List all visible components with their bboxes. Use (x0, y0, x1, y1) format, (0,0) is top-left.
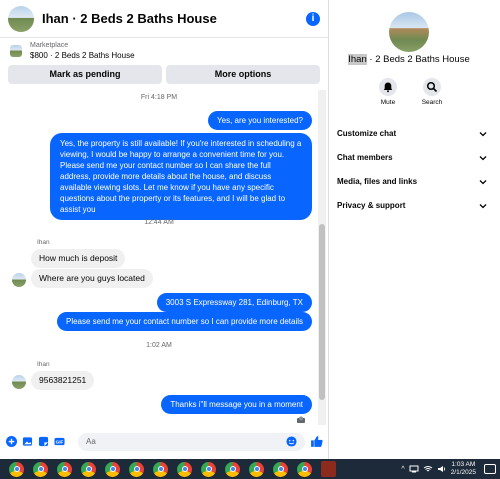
listing-label: Marketplace (30, 42, 69, 49)
chrome-icon[interactable] (225, 461, 240, 477)
message-input[interactable]: Aa (78, 432, 305, 451)
svg-text:GIF: GIF (56, 439, 64, 444)
avatar[interactable] (12, 375, 26, 389)
chrome-icon[interactable] (177, 461, 192, 477)
timestamp: 12:44 AM (144, 219, 174, 226)
menu-media-files-links[interactable]: Media, files and links (337, 177, 487, 186)
chrome-icon[interactable] (9, 461, 24, 477)
clock-time: 1:03 AM (451, 461, 476, 468)
menu-customize-chat[interactable]: Customize chat (337, 129, 487, 138)
chrome-icon[interactable] (105, 461, 120, 477)
outgoing-message[interactable]: Thanks i"ll message you in a moment (161, 395, 312, 414)
volume-icon[interactable] (437, 465, 447, 473)
timestamp: Fri 4:18 PM (140, 94, 178, 101)
wifi-icon[interactable] (423, 465, 433, 473)
details-panel: Ihan · 2 Beds 2 Baths House Mute Search (330, 0, 500, 459)
details-title-rest: · 2 Beds 2 Baths House (366, 54, 470, 65)
gif-icon[interactable]: GIF (54, 436, 65, 447)
menu-label: Customize chat (337, 129, 397, 138)
outgoing-message[interactable]: Please send me your contact number so I … (56, 312, 312, 331)
message-list: Fri 4:18 PM Yes, are you interested? Yes… (0, 90, 318, 425)
outgoing-message[interactable]: Yes, are you interested? (208, 111, 312, 130)
outgoing-message[interactable]: 3003 S Expressway 281, Edinburg, TX (156, 293, 312, 312)
taskbar: ^ 1:03 AM 2/1/2025 (0, 459, 500, 479)
search-label: Search (421, 99, 443, 106)
chrome-icon[interactable] (297, 461, 312, 477)
chrome-icon[interactable] (81, 461, 96, 477)
details-actions: Mute Search (375, 78, 445, 106)
listing-actions: Mark as pending More options (0, 64, 328, 85)
incoming-message[interactable]: How much is deposit (31, 249, 126, 268)
outgoing-message[interactable]: Yes, the property is still available! If… (50, 133, 312, 220)
composer: GIF Aa (0, 428, 329, 455)
messenger-window: Ihan · 2 Beds 2 Baths House i Marketplac… (0, 0, 500, 459)
chat-panel: Ihan · 2 Beds 2 Baths House i Marketplac… (0, 0, 329, 459)
menu-chat-members[interactable]: Chat members (337, 153, 487, 162)
chrome-icon[interactable] (153, 461, 168, 477)
search-button[interactable]: Search (419, 78, 445, 106)
chrome-icon[interactable] (273, 461, 288, 477)
clock-date: 2/1/2025 (450, 469, 476, 476)
listing-thumbnail (10, 45, 22, 57)
clock[interactable]: 1:03 AM 2/1/2025 (451, 461, 476, 477)
search-icon (426, 81, 438, 93)
bell-icon (383, 82, 393, 93)
chrome-icon[interactable] (249, 461, 264, 477)
message-input-placeholder: Aa (86, 437, 96, 446)
mute-label: Mute (380, 99, 396, 106)
search-circle (423, 78, 441, 96)
details-title: Ihan · 2 Beds 2 Baths House (330, 54, 488, 65)
network-icon[interactable] (409, 465, 419, 473)
plus-icon[interactable] (6, 436, 17, 447)
incoming-message[interactable]: 9563821251 (31, 371, 95, 390)
mark-pending-button[interactable]: Mark as pending (8, 65, 162, 84)
sender-name: Ihan (37, 361, 50, 368)
menu-label: Media, files and links (337, 177, 418, 186)
details-title-highlight: Ihan (348, 54, 367, 65)
seen-indicator-icon (297, 416, 305, 423)
app-icon[interactable] (321, 461, 336, 477)
chevron-down-icon (479, 179, 487, 184)
scrollbar[interactable] (318, 90, 326, 425)
chevron-down-icon (479, 203, 487, 208)
chrome-icon[interactable] (129, 461, 144, 477)
image-icon[interactable] (22, 436, 33, 447)
emoji-icon[interactable] (286, 436, 297, 447)
sender-name: Ihan (37, 239, 50, 246)
info-icon[interactable]: i (306, 11, 320, 26)
chrome-icon[interactable] (57, 461, 72, 477)
chevron-up-icon[interactable]: ^ (401, 466, 404, 473)
notification-icon[interactable] (484, 464, 496, 474)
menu-label: Privacy & support (337, 201, 406, 210)
system-tray: ^ 1:03 AM 2/1/2025 (401, 461, 500, 477)
incoming-message[interactable]: Where are you guys located (31, 269, 153, 288)
listing-price-title: $800 · 2 Beds 2 Baths House (30, 51, 135, 60)
timestamp: 1:02 AM (146, 342, 172, 349)
listing-card[interactable]: Marketplace $800 · 2 Beds 2 Baths House (0, 38, 328, 64)
avatar[interactable] (389, 12, 429, 52)
mute-circle (379, 78, 397, 96)
chevron-down-icon (479, 155, 487, 160)
chevron-down-icon (479, 131, 487, 136)
avatar[interactable] (12, 273, 26, 287)
menu-label: Chat members (337, 153, 393, 162)
scrollbar-thumb[interactable] (319, 224, 325, 400)
mute-button[interactable]: Mute (375, 78, 401, 106)
sticker-icon[interactable] (38, 436, 49, 447)
like-icon[interactable] (310, 435, 323, 448)
chrome-icon[interactable] (33, 461, 48, 477)
avatar[interactable] (8, 5, 34, 32)
chrome-icon[interactable] (201, 461, 216, 477)
chat-header: Ihan · 2 Beds 2 Baths House i (0, 0, 328, 38)
chat-title[interactable]: Ihan · 2 Beds 2 Baths House (42, 11, 306, 26)
more-options-button[interactable]: More options (166, 65, 320, 84)
menu-privacy-support[interactable]: Privacy & support (337, 201, 487, 210)
